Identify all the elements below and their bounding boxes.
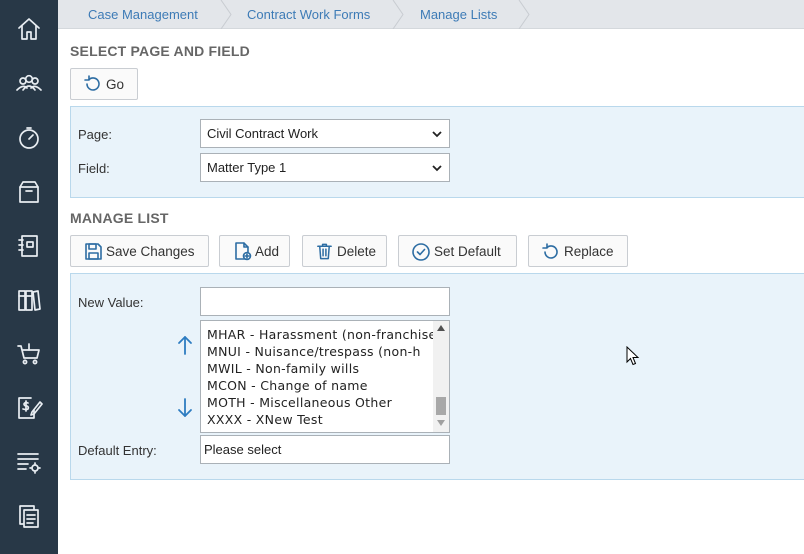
move-down-button[interactable] bbox=[176, 397, 194, 419]
delete-label: Delete bbox=[336, 243, 376, 259]
trash-icon bbox=[317, 243, 332, 260]
manage-section-title: MANAGE LIST bbox=[70, 210, 169, 226]
breadcrumb-separator bbox=[518, 0, 530, 30]
page-label: Page: bbox=[78, 127, 112, 142]
sidebar bbox=[0, 0, 58, 554]
arrow-up-icon bbox=[178, 336, 192, 355]
scroll-thumb[interactable] bbox=[436, 397, 446, 415]
breadcrumb-item[interactable]: Contract Work Forms bbox=[247, 0, 370, 29]
save-changes-label: Save Changes bbox=[106, 243, 195, 259]
go-button[interactable]: Go bbox=[70, 68, 138, 100]
set-default-button[interactable]: Set Default bbox=[398, 235, 517, 267]
page-select[interactable]: Civil Contract Work bbox=[200, 119, 450, 148]
billing-icon[interactable] bbox=[0, 381, 58, 435]
save-icon bbox=[85, 243, 102, 260]
select-section-title: SELECT PAGE AND FIELD bbox=[70, 43, 250, 59]
move-up-button[interactable] bbox=[176, 334, 194, 356]
breadcrumb: Case Management Contract Work Forms Mana… bbox=[58, 0, 804, 30]
refresh-icon bbox=[84, 75, 100, 91]
list-item[interactable]: XXXX - XNew Test bbox=[207, 412, 323, 427]
scroll-down-icon[interactable] bbox=[437, 420, 445, 426]
breadcrumb-separator bbox=[220, 0, 232, 30]
breadcrumb-item[interactable]: Case Management bbox=[88, 0, 198, 29]
library-icon[interactable] bbox=[0, 273, 58, 327]
chevron-down-icon bbox=[432, 131, 442, 138]
list-item[interactable]: MNUI - Nuisance/trespass (non-h bbox=[207, 344, 421, 359]
list-scrollbar[interactable] bbox=[433, 321, 449, 432]
archive-box-icon[interactable] bbox=[0, 165, 58, 219]
set-default-label: Set Default bbox=[434, 243, 501, 259]
home-icon[interactable] bbox=[0, 2, 58, 56]
breadcrumb-item[interactable]: Manage Lists bbox=[420, 0, 497, 29]
add-label: Add bbox=[254, 243, 279, 259]
people-icon[interactable] bbox=[0, 57, 58, 111]
field-label: Field: bbox=[78, 161, 110, 176]
field-select[interactable]: Matter Type 1 bbox=[200, 153, 450, 182]
page-select-value: Civil Contract Work bbox=[207, 126, 319, 141]
mouse-cursor-icon bbox=[626, 346, 640, 366]
list-item[interactable]: MOTH - Miscellaneous Other bbox=[207, 395, 392, 410]
new-value-input[interactable] bbox=[200, 287, 450, 316]
default-entry-label: Default Entry: bbox=[78, 443, 157, 458]
list-item[interactable]: MCON - Change of name bbox=[207, 378, 368, 393]
list-item[interactable]: MHAR - Harassment (non-franchise) bbox=[207, 327, 442, 342]
arrow-down-icon bbox=[178, 398, 192, 417]
add-button[interactable]: Add bbox=[219, 235, 290, 267]
notebook-icon[interactable] bbox=[0, 219, 58, 273]
scroll-up-icon[interactable] bbox=[437, 325, 445, 331]
time-icon[interactable] bbox=[0, 111, 58, 165]
save-changes-button[interactable]: Save Changes bbox=[70, 235, 209, 267]
list-item[interactable]: MWIL - Non-family wills bbox=[207, 361, 359, 376]
replace-icon bbox=[542, 243, 558, 259]
new-value-label: New Value: bbox=[78, 295, 144, 310]
go-label: Go bbox=[106, 76, 125, 92]
replace-label: Replace bbox=[564, 243, 614, 259]
list-settings-icon[interactable] bbox=[0, 435, 58, 489]
cart-icon[interactable] bbox=[0, 327, 58, 381]
chevron-down-icon bbox=[432, 165, 442, 172]
add-document-icon bbox=[235, 242, 252, 261]
check-circle-icon bbox=[412, 243, 430, 261]
replace-button[interactable]: Replace bbox=[528, 235, 628, 267]
breadcrumb-separator bbox=[392, 0, 404, 30]
documents-icon[interactable] bbox=[0, 489, 58, 543]
list-values-box[interactable]: MHAR - Harassment (non-franchise) MNUI -… bbox=[200, 320, 450, 433]
delete-button[interactable]: Delete bbox=[302, 235, 387, 267]
default-entry-field[interactable]: Please select bbox=[200, 435, 450, 464]
field-select-value: Matter Type 1 bbox=[207, 160, 287, 175]
